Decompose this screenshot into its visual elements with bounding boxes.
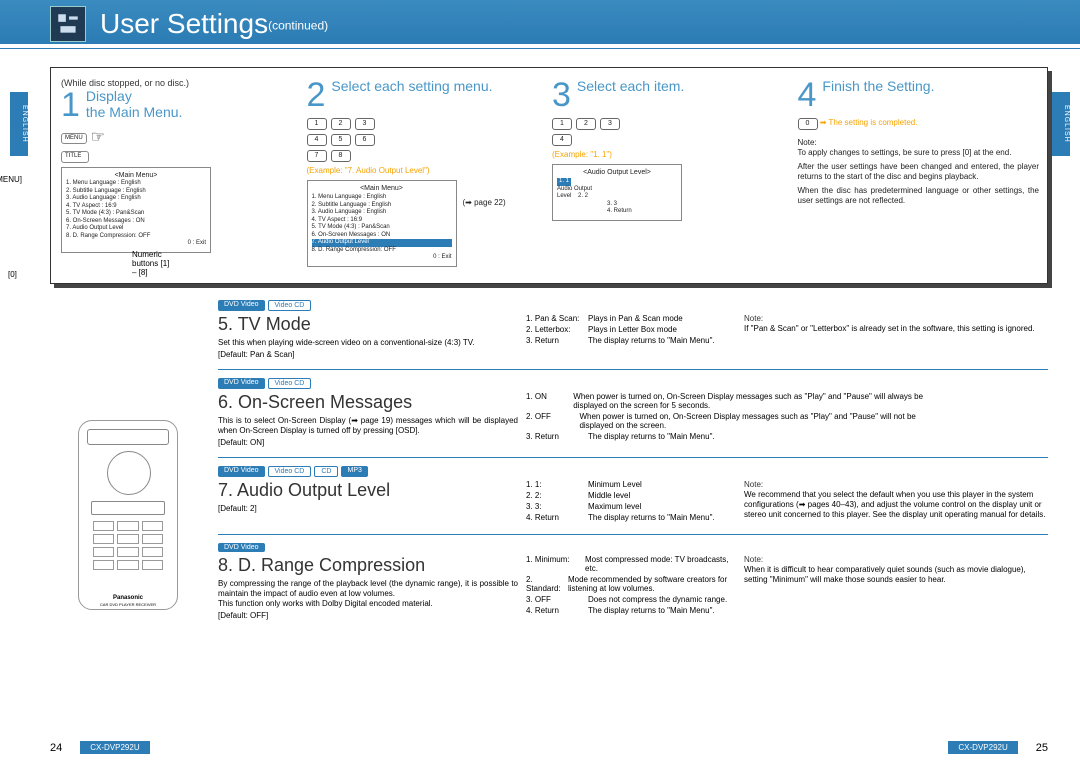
page-title: User Settings(continued) xyxy=(100,8,328,40)
step2-title: Select each setting menu. xyxy=(331,78,492,94)
step1-title: Display the Main Menu. xyxy=(86,88,183,120)
remote-menu-label: [MENU] xyxy=(0,175,22,184)
remote-zero-label: [0] xyxy=(8,270,17,279)
remote-column: Panasonic CAR DVD PLAYER RECEIVER [MENU]… xyxy=(50,292,212,630)
s8-note: Note: When it is difficult to hear compa… xyxy=(744,555,1048,620)
step2-example: (Example: "7. Audio Output Level") xyxy=(307,166,549,176)
s8-desc: By compressing the range of the playback… xyxy=(218,579,518,599)
step-3: 3 Select each item. 1234 (Example: "1. 1… xyxy=(552,78,794,271)
remote-brand: Panasonic xyxy=(79,595,177,601)
badge-dvd: DVD Video xyxy=(218,466,265,477)
step2-screen: <Main Menu> 1. Menu Language : English2.… xyxy=(307,180,457,266)
side-tab-right: ENGLISH16 xyxy=(1052,92,1070,156)
s8-default: [Default: OFF] xyxy=(218,611,518,620)
remote-model: CAR DVD PLAYER RECEIVER xyxy=(79,602,177,607)
section-tv-mode: DVD VideoVideo CD 5. TV Mode Set this wh… xyxy=(218,292,1048,370)
step3-screen: <Audio Output Level> 1. 1 Audio Output L… xyxy=(552,164,682,220)
step3-example: (Example: "1. 1") xyxy=(552,150,794,160)
badge-vcd: Video CD xyxy=(268,378,312,389)
title-button-icon[interactable]: TITLE xyxy=(61,151,89,163)
s7-title: 7. Audio Output Level xyxy=(218,480,518,501)
step1-number: 1 xyxy=(61,88,80,122)
step4-number: 4 xyxy=(798,78,817,112)
badge-cd: CD xyxy=(314,466,338,477)
s6-title: 6. On-Screen Messages xyxy=(218,392,518,413)
menu-button-icon[interactable]: MENU xyxy=(61,133,87,145)
s6-default: [Default: ON] xyxy=(218,438,518,447)
model-badge-right: CX-DVP292U xyxy=(948,741,1017,754)
step4-note-3: When the disc has predetermined language… xyxy=(798,186,1040,207)
s5-desc: Set this when playing wide-screen video … xyxy=(218,338,518,348)
s5-options: 1. Pan & Scan:Plays in Pan & Scan mode 2… xyxy=(526,314,736,359)
footer: 24 CX-DVP292U CX-DVP292U 25 xyxy=(0,741,1080,754)
s5-note: Note: If "Pan & Scan" or "Letterbox" is … xyxy=(744,314,1048,359)
s6-desc: This is to select On-Screen Display (➡ p… xyxy=(218,416,518,436)
hand-icon: ☞ xyxy=(91,128,105,149)
section-drange: DVD Video 8. D. Range Compression By com… xyxy=(218,535,1048,630)
step3-number: 3 xyxy=(552,78,571,112)
settings-icon xyxy=(50,6,86,42)
step1-screen: <Main Menu> 1. Menu Language : English2.… xyxy=(61,167,211,253)
s8-options: 1. Minimum:Most compressed mode: TV broa… xyxy=(526,555,736,620)
page-number-right: 25 xyxy=(1036,742,1048,754)
step4-zero-button[interactable]: 0 xyxy=(798,118,818,130)
remote-numeric-label: Numeric buttons [1] – [8] xyxy=(132,250,176,277)
step-1: (While disc stopped, or no disc.) 1 Disp… xyxy=(61,78,303,271)
s7-default: [Default: 2] xyxy=(218,504,518,513)
badge-mp3: MP3 xyxy=(341,466,367,477)
badge-dvd: DVD Video xyxy=(218,378,265,389)
badge-dvd: DVD Video xyxy=(218,543,265,552)
s8-title: 8. D. Range Compression xyxy=(218,555,518,576)
step-2: 2 Select each setting menu. 12345678 (Ex… xyxy=(307,78,549,271)
section-onscreen: DVD VideoVideo CD 6. On-Screen Messages … xyxy=(218,370,1048,458)
steps-panel: (While disc stopped, or no disc.) 1 Disp… xyxy=(50,67,1048,284)
badge-dvd: DVD Video xyxy=(218,300,265,311)
step2-numeric-buttons[interactable]: 12345678 xyxy=(307,118,549,162)
step2-pageref: (➡ page 22) xyxy=(463,176,506,270)
remote-illustration: Panasonic CAR DVD PLAYER RECEIVER xyxy=(78,420,178,610)
s8-desc2: This function only works with Dolby Digi… xyxy=(218,599,518,609)
step4-note-1: To apply changes to settings, be sure to… xyxy=(798,148,1040,158)
s6-options: 1. ONWhen power is turned on, On-Screen … xyxy=(526,392,946,447)
step2-number: 2 xyxy=(307,78,326,112)
step4-title: Finish the Setting. xyxy=(822,78,934,94)
s5-title: 5. TV Mode xyxy=(218,314,518,335)
s7-options: 1. 1:Minimum Level 2. 2:Middle level 3. … xyxy=(526,480,736,524)
page-number-left: 24 xyxy=(50,742,62,754)
side-tab-left: ENGLISH15 xyxy=(10,92,28,156)
s7-note: Note: We recommend that you select the d… xyxy=(744,480,1048,524)
step-4: 4 Finish the Setting. 0 ➡ The setting is… xyxy=(798,78,1040,271)
badge-vcd: Video CD xyxy=(268,300,312,311)
step4-note-head: Note: xyxy=(798,138,1040,148)
s5-default: [Default: Pan & Scan] xyxy=(218,350,518,359)
section-audio-level: DVD VideoVideo CDCDMP3 7. Audio Output L… xyxy=(218,458,1048,535)
step3-title: Select each item. xyxy=(577,78,684,94)
step3-numeric-buttons[interactable]: 1234 xyxy=(552,118,794,146)
model-badge-left: CX-DVP292U xyxy=(80,741,149,754)
badge-vcd: Video CD xyxy=(268,466,312,477)
page-header: User Settings(continued) xyxy=(0,0,1080,44)
step4-arrow-text: ➡ The setting is completed. xyxy=(820,118,918,127)
step4-note-2: After the user settings have been change… xyxy=(798,162,1040,183)
step1-precondition: (While disc stopped, or no disc.) xyxy=(61,78,303,88)
